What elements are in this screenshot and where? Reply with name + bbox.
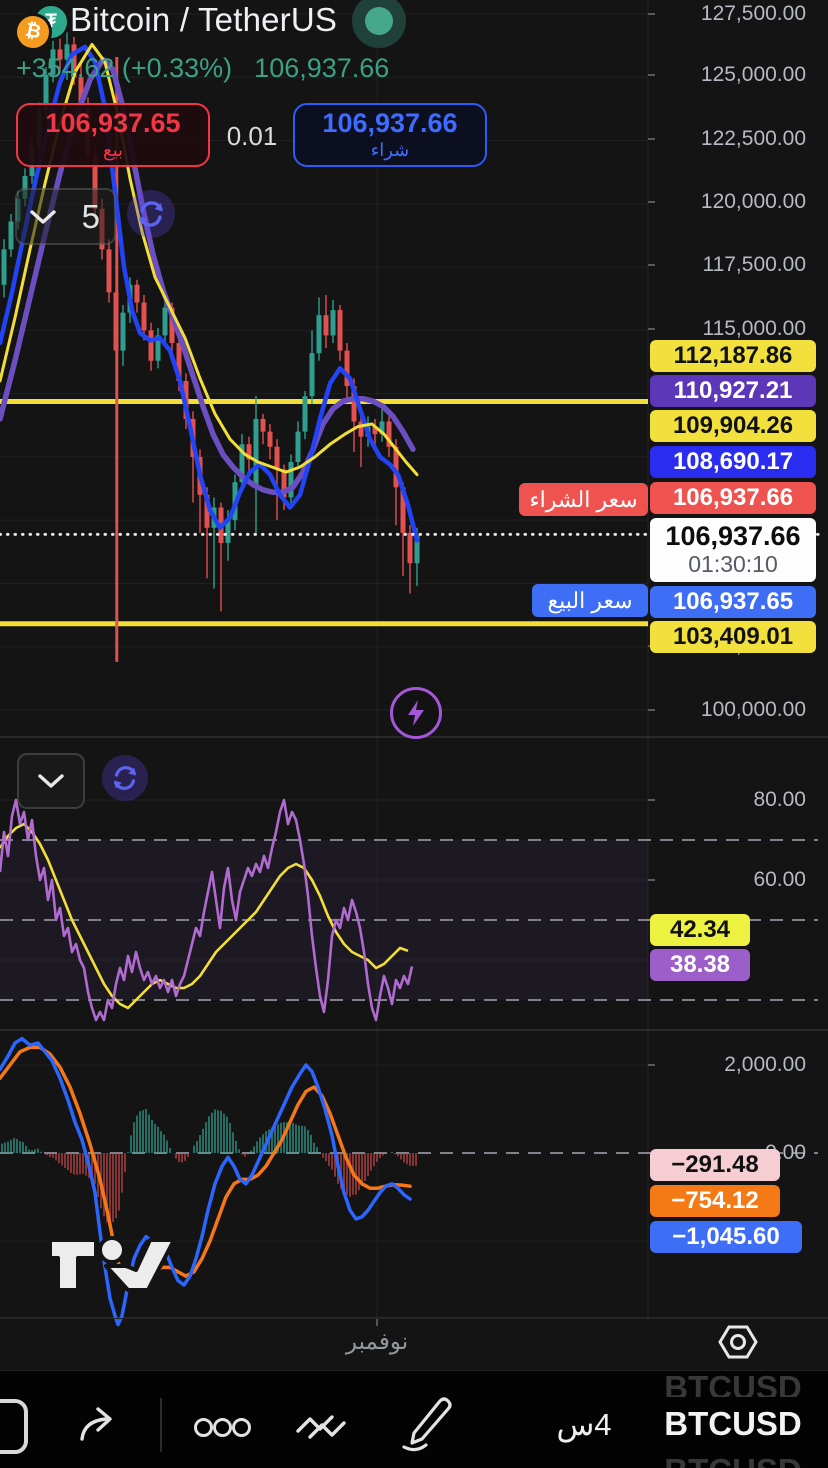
- sell-price-tag: سعر البيع: [532, 584, 648, 617]
- buy-price: 106,937.66: [322, 108, 458, 138]
- divider: [0, 1318, 828, 1319]
- share-arrow-icon[interactable]: [74, 1399, 126, 1447]
- buy-price-tag: سعر الشراء: [519, 483, 648, 516]
- spread-value: 0.01: [226, 121, 278, 151]
- refresh-icon[interactable]: [127, 190, 175, 238]
- last-price-countdown-label: 106,937.66 01:30:10: [650, 518, 816, 582]
- axis-tick-label: 2,000.00: [724, 1053, 806, 1076]
- change-value: +354.62 (+0.33%): [16, 53, 233, 83]
- bottom-toolbar: 4س BTCUSD BTCUSD BTCUSD: [0, 1369, 828, 1468]
- sell-button[interactable]: 106,937.65 بيع: [16, 103, 210, 167]
- draw-pen-icon[interactable]: [396, 1393, 454, 1453]
- price-label-badge: 38.38: [650, 949, 750, 981]
- symbol-picker-next[interactable]: BTCUSD: [648, 1452, 818, 1468]
- fullscreen-icon[interactable]: [0, 1399, 28, 1454]
- market-status-icon: [352, 0, 406, 48]
- price-label-badge: 103,409.01: [650, 621, 816, 653]
- buy-label: شراء: [370, 140, 410, 160]
- axis-tick-label: 80.00: [753, 788, 806, 811]
- axis-tick-label: 117,500.00: [702, 253, 806, 276]
- axis-tick-label: 125,000.00: [700, 63, 806, 86]
- countdown-timer: 01:30:10: [688, 551, 778, 577]
- price-label-badge: −291.48: [650, 1149, 780, 1181]
- settings-hexagon-icon[interactable]: [716, 1320, 760, 1364]
- axis-tick-label: 122,500.00: [700, 127, 806, 150]
- sell-label: بيع: [102, 140, 124, 160]
- price-label-badge: 108,690.17: [650, 446, 816, 478]
- interval-label: 5: [81, 197, 100, 235]
- timeframe-picker[interactable]: 4س: [536, 1407, 632, 1443]
- axis-tick-label: 127,500.00: [700, 2, 806, 25]
- last-price: 106,937.66: [254, 53, 390, 83]
- buy-button[interactable]: 106,937.66 شراء: [293, 103, 487, 167]
- axis-tick-label: 100,000.00: [700, 698, 806, 721]
- price-label-badge: 42.34: [650, 914, 750, 946]
- price-label-badge: 110,927.21: [650, 375, 816, 407]
- chevron-down-icon: [38, 774, 64, 788]
- time-axis-month[interactable]: نوفمبر: [317, 1328, 437, 1355]
- price-label-badge: 106,937.66: [650, 482, 816, 514]
- chevron-down-icon: [30, 209, 56, 224]
- indicators-icon[interactable]: [294, 1397, 350, 1449]
- axis-tick-label: 120,000.00: [700, 190, 806, 213]
- price-label-badge: −754.12: [650, 1185, 780, 1217]
- rsi-legend-toggle[interactable]: [17, 753, 85, 809]
- price-label-badge: 109,904.26: [650, 410, 816, 442]
- axis-tick-label: 115,000.00: [702, 317, 806, 340]
- price-change-row: +354.62 (+0.33%) 106,937.66: [16, 53, 411, 84]
- toolbar-divider: [160, 1398, 162, 1452]
- axis-tick-label: 60.00: [753, 868, 806, 891]
- tradingview-logo: [48, 1236, 176, 1292]
- price-label-badge: 106,937.65: [650, 586, 816, 618]
- main-legend-toggle[interactable]: 5: [15, 188, 116, 245]
- countdown-price: 106,937.66: [665, 521, 801, 551]
- symbol-picker-prev[interactable]: BTCUSD: [648, 1369, 818, 1397]
- price-label-badge: 112,187.86: [650, 340, 816, 372]
- symbol-picker-current[interactable]: BTCUSD: [648, 1405, 818, 1443]
- lightning-icon[interactable]: [390, 687, 442, 739]
- trading-app-screen: ₮ ₿ Bitcoin / TetherUS +354.62 (+0.33%) 1…: [0, 0, 828, 1468]
- sell-price: 106,937.65: [45, 108, 181, 138]
- symbol-title[interactable]: Bitcoin / TetherUS: [70, 1, 337, 39]
- price-label-badge: −1,045.60: [650, 1221, 802, 1253]
- refresh-icon[interactable]: [102, 755, 148, 801]
